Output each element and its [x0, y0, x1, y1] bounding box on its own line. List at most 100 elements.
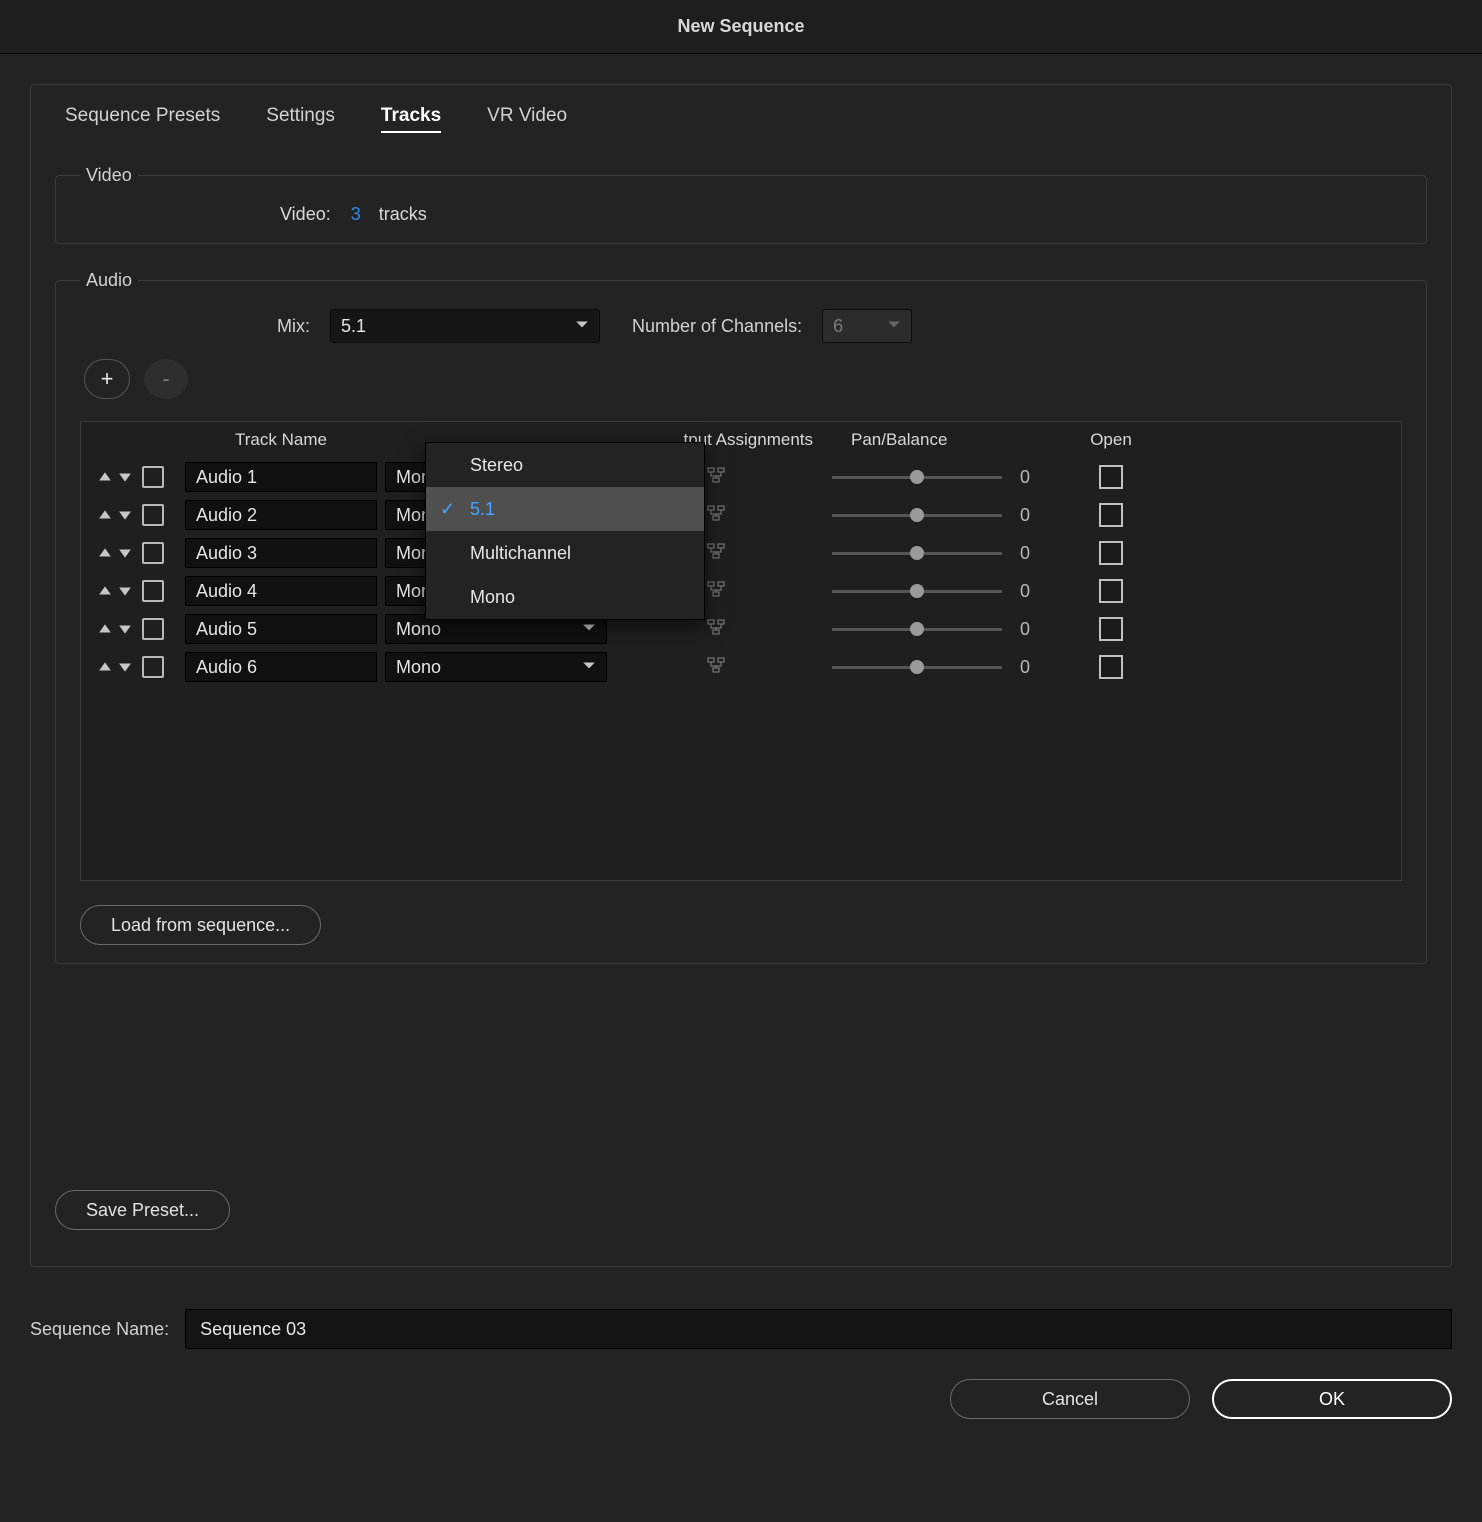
track-name-input[interactable]: Audio 4	[185, 576, 377, 606]
open-checkbox[interactable]	[1099, 579, 1123, 603]
table-row: Audio 6 Mono 0	[81, 648, 1401, 686]
row-checkbox[interactable]	[142, 542, 164, 564]
audio-group: Audio Mix: 5.1 Number of Channels: 6 +	[55, 270, 1427, 964]
col-pan-balance: Pan/Balance	[821, 430, 1051, 450]
dialog-title: New Sequence	[0, 0, 1482, 54]
open-checkbox[interactable]	[1099, 541, 1123, 565]
table-row: Audio 5Mono0	[81, 610, 1401, 648]
table-row: Audio 1Mono0	[81, 458, 1401, 496]
tab-settings[interactable]: Settings	[266, 105, 335, 133]
mix-label: Mix:	[250, 316, 310, 337]
mix-option-stereo[interactable]: Stereo	[426, 443, 704, 487]
row-checkbox[interactable]	[142, 504, 164, 526]
dialog-body: Sequence Presets Settings Tracks VR Vide…	[0, 54, 1482, 1522]
output-assignment-icon[interactable]	[706, 541, 726, 566]
move-up-icon[interactable]	[96, 582, 114, 600]
main-panel: Sequence Presets Settings Tracks VR Vide…	[30, 84, 1452, 1267]
move-down-icon[interactable]	[116, 506, 134, 524]
number-of-channels-label: Number of Channels:	[632, 316, 802, 337]
move-up-icon[interactable]	[96, 620, 114, 638]
tab-sequence-presets[interactable]: Sequence Presets	[65, 105, 220, 133]
move-up-icon[interactable]	[96, 506, 114, 524]
open-checkbox[interactable]	[1099, 465, 1123, 489]
row-checkbox[interactable]	[142, 580, 164, 602]
pan-value: 0	[1020, 505, 1040, 526]
table-row: Audio 4Mono0	[81, 572, 1401, 610]
chevron-down-icon	[575, 316, 589, 337]
save-preset-button[interactable]: Save Preset...	[55, 1190, 230, 1230]
track-type-dropdown[interactable]: Mono	[385, 652, 607, 682]
chevron-down-icon	[582, 657, 596, 678]
output-assignment-icon[interactable]	[706, 655, 726, 680]
row-checkbox[interactable]	[142, 618, 164, 640]
pan-value: 0	[1020, 467, 1040, 488]
pan-slider[interactable]: 0	[825, 505, 1047, 526]
pan-slider[interactable]: 0	[825, 657, 1047, 678]
row-handles	[81, 534, 181, 572]
output-assignment-icon[interactable]	[706, 503, 726, 528]
mix-dropdown-popup: Stereo 5.1 Multichannel Mono	[425, 442, 705, 620]
track-name-input[interactable]: Audio 1	[185, 462, 377, 492]
tab-strip: Sequence Presets Settings Tracks VR Vide…	[55, 105, 1427, 165]
track-name-input[interactable]: Audio 6	[185, 652, 377, 682]
move-down-icon[interactable]	[116, 468, 134, 486]
open-checkbox[interactable]	[1099, 655, 1123, 679]
add-track-button[interactable]: +	[84, 359, 130, 399]
mix-option-mono[interactable]: Mono	[426, 575, 704, 619]
load-from-sequence-button[interactable]: Load from sequence...	[80, 905, 321, 945]
tab-vr-video[interactable]: VR Video	[487, 105, 567, 133]
remove-track-button[interactable]: -	[144, 359, 188, 399]
open-checkbox[interactable]	[1099, 503, 1123, 527]
pan-slider[interactable]: 0	[825, 619, 1047, 640]
move-up-icon[interactable]	[96, 658, 114, 676]
move-down-icon[interactable]	[116, 658, 134, 676]
ok-button[interactable]: OK	[1212, 1379, 1452, 1419]
row-handles	[81, 458, 181, 496]
row-checkbox[interactable]	[142, 466, 164, 488]
chevron-down-icon	[582, 619, 596, 640]
output-assignment-icon[interactable]	[706, 579, 726, 604]
pan-slider[interactable]: 0	[825, 467, 1047, 488]
output-assignment-icon[interactable]	[706, 465, 726, 490]
video-group: Video Video: 3 tracks	[55, 165, 1427, 244]
pan-value: 0	[1020, 657, 1040, 678]
new-sequence-dialog: New Sequence Sequence Presets Settings T…	[0, 0, 1482, 1522]
mix-value: 5.1	[341, 316, 366, 337]
col-track-name: Track Name	[181, 430, 381, 450]
col-open: Open	[1051, 430, 1171, 450]
pan-value: 0	[1020, 581, 1040, 602]
table-row: Audio 2Mono0	[81, 496, 1401, 534]
track-name-input[interactable]: Audio 3	[185, 538, 377, 568]
video-suffix: tracks	[379, 204, 427, 225]
move-up-icon[interactable]	[96, 544, 114, 562]
open-checkbox[interactable]	[1099, 617, 1123, 641]
move-down-icon[interactable]	[116, 544, 134, 562]
row-handles	[81, 610, 181, 648]
move-up-icon[interactable]	[96, 468, 114, 486]
noc-value: 6	[833, 316, 843, 337]
tab-tracks[interactable]: Tracks	[381, 105, 441, 133]
video-label: Video:	[280, 204, 331, 225]
cancel-button[interactable]: Cancel	[950, 1379, 1190, 1419]
pan-slider[interactable]: 0	[825, 543, 1047, 564]
row-checkbox[interactable]	[142, 656, 164, 678]
video-track-count[interactable]: 3	[351, 204, 361, 225]
move-down-icon[interactable]	[116, 620, 134, 638]
sequence-name-input[interactable]	[185, 1309, 1452, 1349]
pan-value: 0	[1020, 543, 1040, 564]
track-name-input[interactable]: Audio 5	[185, 614, 377, 644]
audio-legend: Audio	[80, 270, 138, 291]
row-handles	[81, 496, 181, 534]
chevron-down-icon	[887, 316, 901, 337]
pan-value: 0	[1020, 619, 1040, 640]
mix-dropdown[interactable]: 5.1	[330, 309, 600, 343]
sequence-name-label: Sequence Name:	[30, 1319, 169, 1340]
video-legend: Video	[80, 165, 138, 186]
output-assignment-icon[interactable]	[706, 617, 726, 642]
pan-slider[interactable]: 0	[825, 581, 1047, 602]
mix-option-multichannel[interactable]: Multichannel	[426, 531, 704, 575]
track-name-input[interactable]: Audio 2	[185, 500, 377, 530]
audio-tracks-table: Track Name tput Assignments Pan/Balance …	[80, 421, 1402, 881]
move-down-icon[interactable]	[116, 582, 134, 600]
mix-option-5-1[interactable]: 5.1	[426, 487, 704, 531]
